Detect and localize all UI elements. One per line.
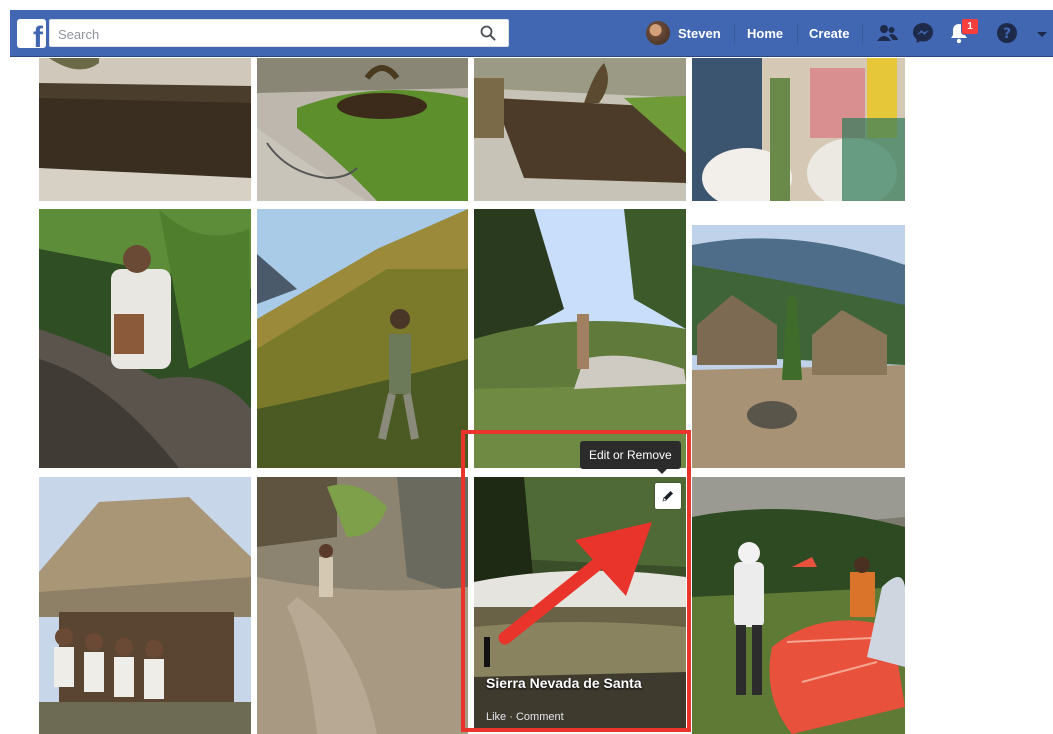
action-separator: ·: [506, 711, 516, 723]
search-box: [49, 19, 509, 47]
messenger-icon[interactable]: [911, 21, 935, 45]
photo-tile[interactable]: [474, 477, 686, 730]
photo-tile[interactable]: [692, 58, 905, 201]
edit-photo-button[interactable]: [655, 483, 681, 509]
pencil-icon: [662, 491, 673, 502]
photo-tile[interactable]: [257, 209, 468, 468]
create-link[interactable]: Create: [809, 26, 849, 41]
notifications-icon[interactable]: 1: [947, 18, 979, 45]
search-icon: [480, 25, 496, 41]
caret-down-icon[interactable]: [1035, 22, 1049, 46]
photo-tile[interactable]: [474, 58, 686, 201]
avatar: [646, 21, 670, 45]
facebook-logo-icon[interactable]: f: [17, 19, 46, 48]
photo-tile[interactable]: [39, 58, 251, 201]
friends-icon[interactable]: [875, 21, 899, 45]
photo-tile[interactable]: [692, 225, 905, 468]
photo-caption: Sierra Nevada de Santa: [486, 675, 642, 691]
photo-grid: Edit or Remove Sierra Nevada de Santa Li…: [0, 0, 1053, 734]
search-button[interactable]: [468, 20, 508, 46]
user-name: Steven: [678, 25, 721, 41]
photo-tile[interactable]: [692, 477, 905, 734]
profile-link[interactable]: Steven: [646, 19, 721, 47]
photo-tile[interactable]: [39, 477, 251, 734]
top-navigation-bar: f Steven Home Create 1: [10, 10, 1053, 57]
nav-divider: [734, 24, 735, 44]
nav-divider: [862, 24, 863, 44]
help-icon[interactable]: ?: [995, 21, 1019, 45]
photo-tile[interactable]: [474, 209, 686, 468]
home-link[interactable]: Home: [747, 26, 783, 41]
photo-tile[interactable]: [257, 477, 468, 734]
notification-badge: 1: [961, 18, 979, 35]
photo-actions: Like · Comment: [486, 711, 564, 723]
like-link[interactable]: Like: [486, 711, 506, 723]
nav-divider: [797, 24, 798, 44]
photo-tile[interactable]: [39, 209, 251, 468]
photo-tile[interactable]: [257, 58, 468, 201]
svg-text:?: ?: [1003, 26, 1011, 42]
edit-or-remove-tooltip: Edit or Remove: [580, 441, 681, 474]
comment-link[interactable]: Comment: [516, 711, 564, 723]
search-input[interactable]: [56, 23, 460, 45]
